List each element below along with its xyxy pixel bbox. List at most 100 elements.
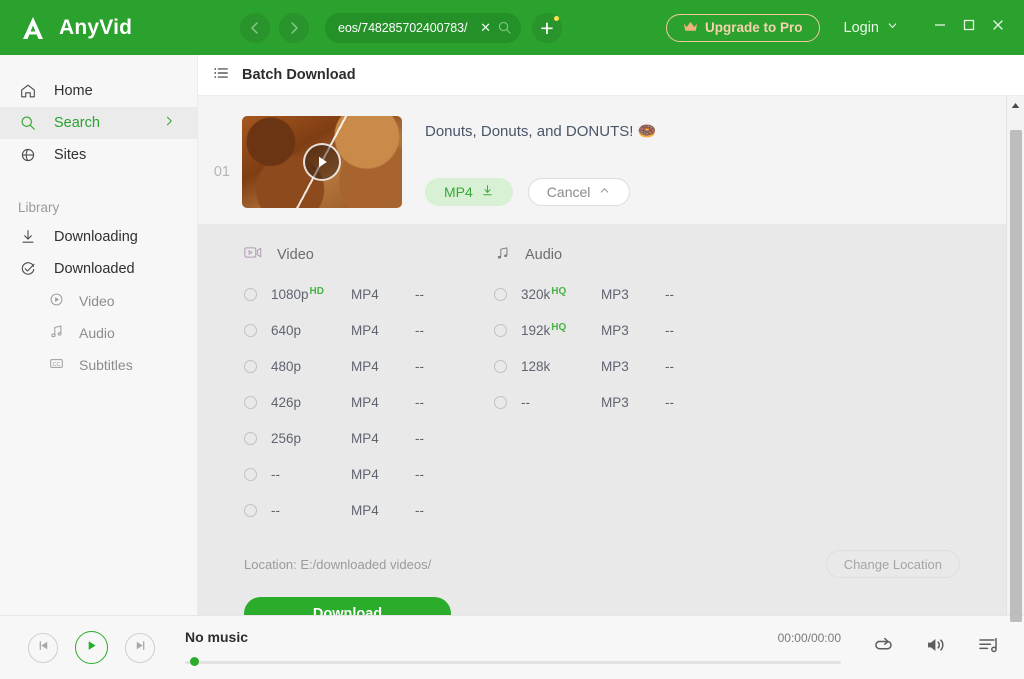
format-radio[interactable] (494, 323, 507, 337)
format-size: -- (665, 286, 674, 302)
format-row[interactable]: 480p MP4 -- (244, 348, 494, 384)
format-row[interactable]: -- MP4 -- (244, 492, 494, 528)
close-icon[interactable]: ✕ (480, 21, 491, 34)
seek-handle[interactable] (190, 657, 199, 666)
format-row[interactable]: 1080pHD MP4 -- (244, 276, 494, 312)
format-radio[interactable] (244, 467, 257, 481)
download-icon (481, 184, 494, 200)
seek-bar[interactable] (185, 657, 841, 667)
sidebar-item-home[interactable]: Home (0, 75, 197, 107)
scrollbar-track[interactable] (1006, 114, 1024, 622)
playlist-button[interactable] (978, 635, 1000, 660)
minimize-icon (933, 18, 947, 37)
repeat-button[interactable] (873, 635, 895, 660)
formats-panel: Video 1080pHD MP4 -- 640p MP4 -- 480p MP… (198, 224, 1006, 615)
cancel-button[interactable]: Cancel (527, 178, 631, 206)
format-row[interactable]: -- MP3 -- (494, 384, 744, 420)
quality-label: 640p (271, 322, 302, 338)
crown-icon (683, 20, 698, 36)
check-circle-icon (18, 260, 38, 278)
sidebar-item-video[interactable]: Video (0, 285, 197, 317)
url-input[interactable]: eos/748285702400783/ (338, 21, 474, 35)
play-icon[interactable] (303, 143, 341, 181)
play-circle-icon (48, 291, 65, 311)
change-location-button[interactable]: Change Location (825, 550, 960, 578)
app-window: AnyVid eos/748285702400783/ ✕ + Upgrade … (0, 0, 1024, 679)
video-thumbnail[interactable] (242, 116, 402, 208)
format-radio[interactable] (244, 323, 257, 337)
format-row[interactable]: 320kHQ MP3 -- (494, 276, 744, 312)
track-area: No music 00:00/00:00 (185, 629, 867, 667)
location-row: Location: E:/downloaded videos/ Change L… (198, 528, 1006, 578)
new-tab-button[interactable]: + (532, 12, 562, 43)
globe-icon (18, 146, 38, 164)
video-camera-icon (244, 245, 263, 265)
format-radio[interactable] (244, 287, 257, 301)
login-menu[interactable]: Login (844, 19, 899, 36)
sidebar-item-downloading[interactable]: Downloading (0, 221, 197, 253)
url-bar[interactable]: eos/748285702400783/ ✕ (325, 12, 521, 43)
minimize-button[interactable] (925, 13, 954, 43)
quality-label: 192k (521, 322, 551, 338)
format-radio[interactable] (494, 359, 507, 373)
scroll-up-button[interactable] (1006, 96, 1024, 114)
quality-badge: HD (309, 285, 324, 297)
back-button[interactable] (240, 12, 270, 43)
next-button[interactable] (125, 632, 155, 663)
audio-heading-label: Audio (525, 247, 563, 263)
format-type: MP3 (601, 394, 629, 410)
sidebar-item-sites[interactable]: Sites (0, 139, 197, 171)
sidebar-item-audio[interactable]: Audio (0, 317, 197, 349)
previous-button[interactable] (28, 632, 58, 663)
format-radio[interactable] (244, 431, 257, 445)
seek-track[interactable] (185, 660, 841, 664)
login-label: Login (843, 19, 879, 36)
format-radio[interactable] (244, 395, 257, 409)
maximize-button[interactable] (954, 13, 983, 43)
quality-label: -- (521, 394, 530, 410)
sidebar-item-search[interactable]: Search (0, 107, 197, 139)
quality-label: 128k (521, 358, 551, 374)
sidebar-item-subtitles[interactable]: CC Subtitles (0, 349, 197, 381)
format-row[interactable]: 426p MP4 -- (244, 384, 494, 420)
brand-name: AnyVid (59, 15, 133, 39)
anyvid-logo-icon (18, 12, 48, 43)
format-size: -- (415, 322, 424, 338)
volume-button[interactable] (925, 635, 948, 660)
list-icon (212, 64, 230, 87)
sidebar-item-downloaded[interactable]: Downloaded (0, 253, 197, 285)
format-row[interactable]: 256p MP4 -- (244, 420, 494, 456)
chevron-up-icon (598, 184, 611, 200)
card-actions: MP4 Cancel (425, 178, 1006, 206)
format-row[interactable]: 128k MP3 -- (494, 348, 744, 384)
upgrade-to-pro-button[interactable]: Upgrade to Pro (666, 13, 820, 42)
format-pill-button[interactable]: MP4 (425, 178, 513, 206)
format-radio[interactable] (494, 287, 507, 301)
repeat-icon (873, 635, 895, 660)
quality-label: 426p (271, 394, 302, 410)
home-icon (18, 82, 38, 100)
sidebar-item-label: Downloading (54, 229, 138, 245)
search-icon[interactable] (497, 20, 512, 35)
format-size: -- (415, 466, 424, 482)
vertical-scrollbar[interactable] (1006, 96, 1024, 622)
scrollbar-thumb[interactable] (1009, 130, 1022, 622)
download-button[interactable]: Download (244, 597, 451, 615)
skip-previous-icon (36, 638, 51, 658)
format-row[interactable]: -- MP4 -- (244, 456, 494, 492)
format-quality: 640p (271, 323, 351, 338)
format-quality: 320kHQ (521, 286, 601, 302)
format-radio[interactable] (494, 395, 507, 409)
plus-icon: + (540, 14, 554, 41)
format-radio[interactable] (244, 503, 257, 517)
format-type: MP4 (351, 322, 379, 338)
video-title: Donuts, Donuts, and DONUTS! 🍩 (425, 123, 657, 140)
format-type: MP4 (351, 358, 379, 374)
format-row[interactable]: 192kHQ MP3 -- (494, 312, 744, 348)
format-row[interactable]: 640p MP4 -- (244, 312, 494, 348)
format-radio[interactable] (244, 359, 257, 373)
forward-button[interactable] (279, 12, 309, 43)
play-button[interactable] (75, 631, 108, 664)
close-button[interactable] (983, 13, 1012, 43)
quality-badge: HQ (551, 321, 567, 333)
